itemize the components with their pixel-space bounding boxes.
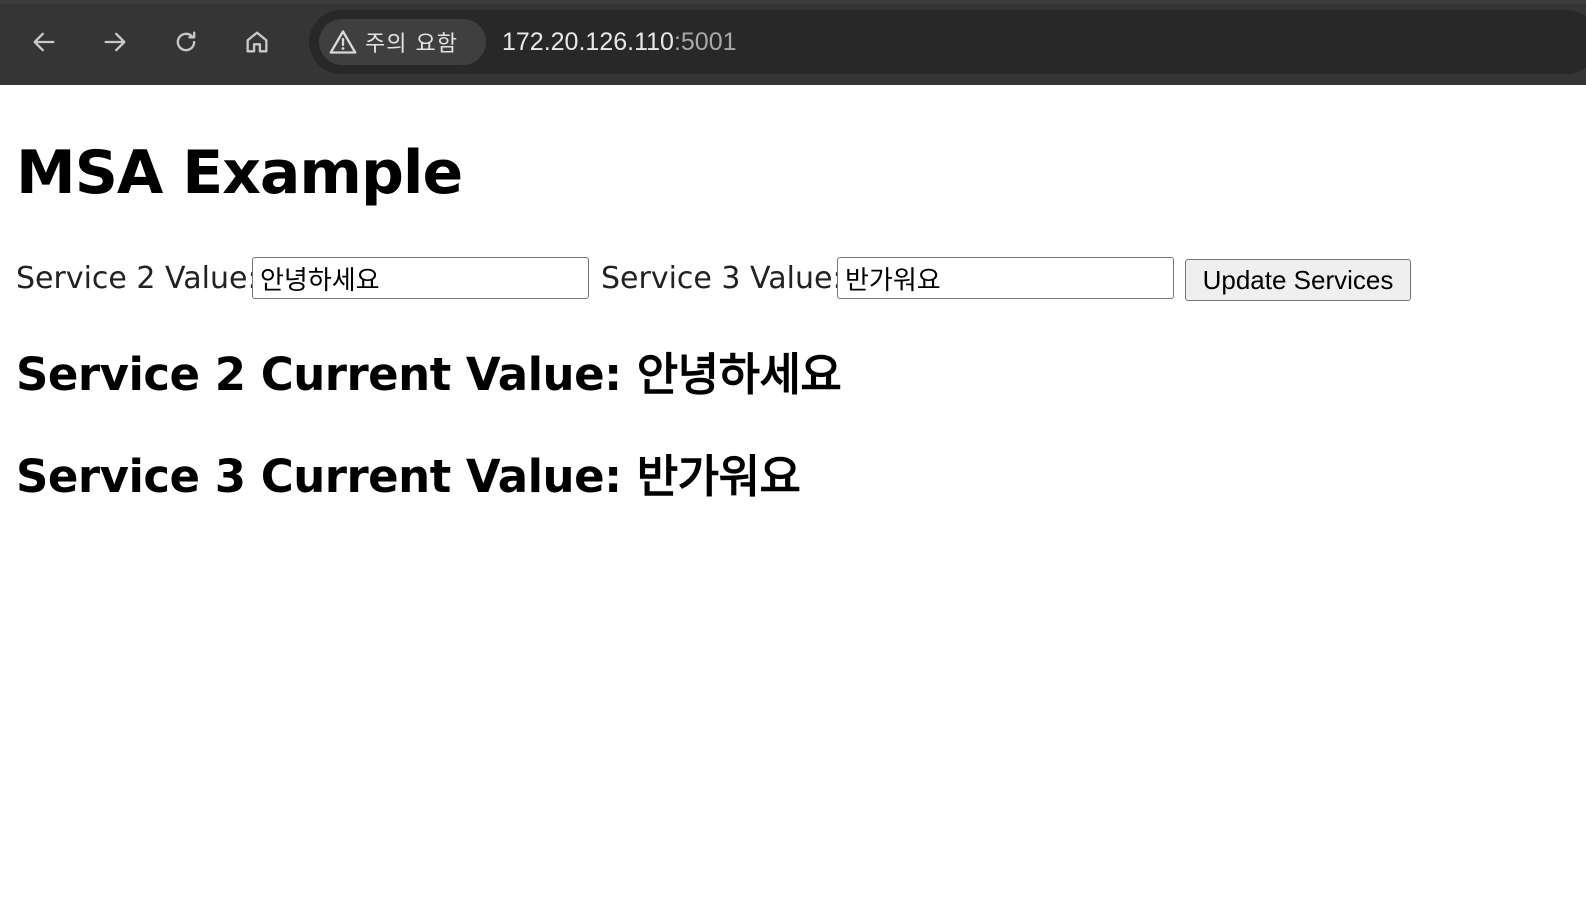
home-icon <box>246 31 268 53</box>
arrow-right-icon <box>104 32 126 52</box>
security-chip-label: 주의 요함 <box>365 32 458 57</box>
page-content: MSA Example Service 2 Value: Service 3 V… <box>0 85 1586 919</box>
url-host: 172.20.126.110 <box>502 28 674 56</box>
arrow-left-icon <box>33 32 55 52</box>
home-button[interactable] <box>239 24 275 60</box>
service3-label: Service 3 Value: <box>601 261 843 296</box>
service2-input[interactable] <box>252 257 589 299</box>
url-port: :5001 <box>673 28 737 56</box>
url-text[interactable]: 172.20.126.110:5001 <box>502 28 737 56</box>
page-title: MSA Example <box>16 138 463 208</box>
back-button[interactable] <box>26 24 62 60</box>
forward-button[interactable] <box>97 24 133 60</box>
security-chip[interactable]: 주의 요함 <box>319 19 486 65</box>
reload-button[interactable] <box>168 24 204 60</box>
service2-label: Service 2 Value: <box>16 261 258 296</box>
service2-current-value: Service 2 Current Value: 안녕하세요 <box>16 348 842 401</box>
update-services-button[interactable]: Update Services <box>1185 259 1411 301</box>
service3-current-value: Service 3 Current Value: 반가워요 <box>16 450 801 503</box>
service3-input[interactable] <box>837 257 1174 299</box>
reload-icon <box>176 31 196 52</box>
browser-toolbar: 주의 요함 172.20.126.110:5001 <box>0 0 1586 85</box>
warning-triangle-icon <box>329 30 357 54</box>
address-bar[interactable]: 주의 요함 172.20.126.110:5001 <box>309 10 1586 74</box>
browser-toolbar-inner: 주의 요함 172.20.126.110:5001 <box>0 4 1586 85</box>
service-form: Service 2 Value: Service 3 Value: Update… <box>16 257 1576 301</box>
